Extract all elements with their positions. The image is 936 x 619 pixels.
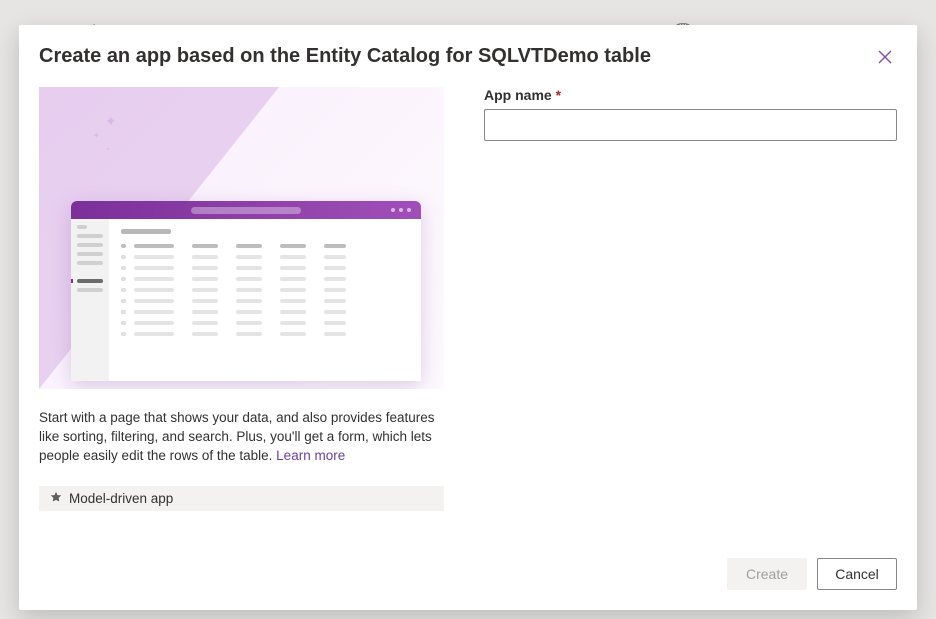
create-button-label: Create [746, 566, 788, 582]
learn-more-link[interactable]: Learn more [276, 448, 345, 463]
app-name-label: App name * [484, 87, 897, 103]
cancel-button[interactable]: Cancel [817, 558, 897, 590]
model-driven-app-badge: Model-driven app [39, 486, 444, 511]
modal-right-column: App name * [484, 87, 897, 548]
modal-header: Create an app based on the Entity Catalo… [39, 45, 897, 69]
close-button[interactable] [873, 45, 897, 69]
cancel-button-label: Cancel [835, 566, 879, 582]
close-icon [878, 50, 892, 64]
modal-body: ✦ ✦ • [39, 69, 897, 548]
model-driven-app-icon [49, 491, 63, 505]
app-name-input[interactable] [484, 109, 897, 141]
description-text: Start with a page that shows your data, … [39, 410, 434, 463]
sparkle-icon: ✦ [93, 131, 100, 140]
create-app-modal: Create an app based on the Entity Catalo… [19, 25, 917, 610]
modal-title: Create an app based on the Entity Catalo… [39, 45, 651, 68]
sparkle-icon: • [107, 147, 109, 153]
modal-footer: Create Cancel [39, 548, 897, 590]
create-button[interactable]: Create [727, 558, 807, 590]
required-marker: * [556, 87, 561, 103]
app-illustration: ✦ ✦ • [39, 87, 444, 389]
modal-left-column: ✦ ✦ • [39, 87, 444, 548]
modal-description: Start with a page that shows your data, … [39, 409, 444, 466]
badge-label: Model-driven app [69, 491, 173, 506]
illustration-window [71, 201, 421, 381]
sparkle-icon: ✦ [105, 113, 117, 130]
app-name-label-text: App name [484, 87, 552, 103]
